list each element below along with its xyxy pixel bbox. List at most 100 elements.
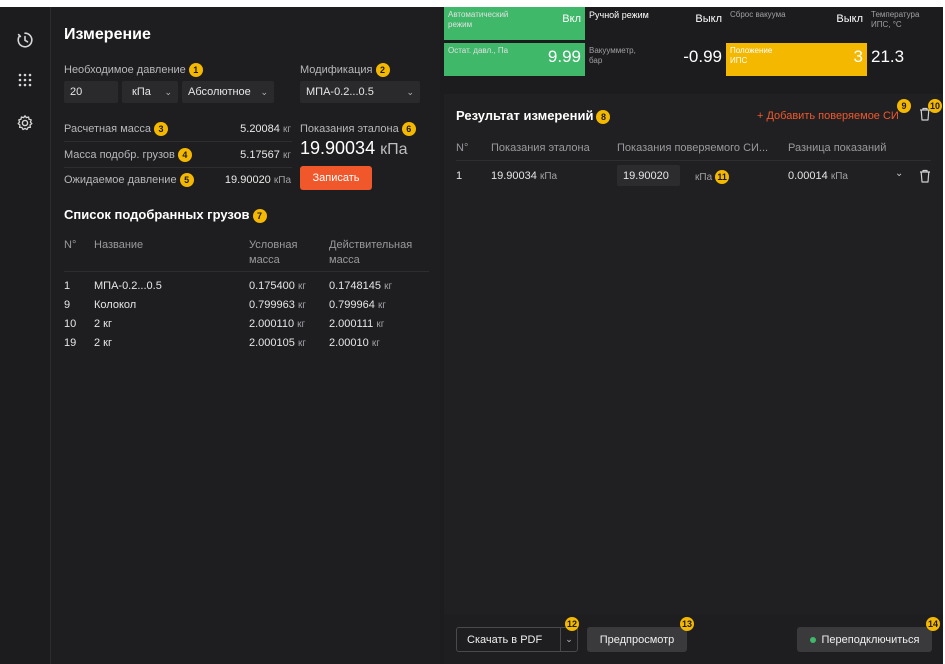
badge-6: 6 [401,122,416,136]
nominal-number: 2.000110 [249,318,295,330]
weights-mass-value: 5.17567 кг [240,149,291,161]
download-pdf-button[interactable]: Скачать в PDF ⌄ [456,627,578,652]
temp-label: Температура ИПС, °С [871,10,920,29]
timer-icon[interactable] [14,29,36,51]
sidebar [0,7,51,664]
footer-bar: Скачать в PDF ⌄ 12 Предпросмотр 13 Переп… [444,614,943,664]
badge-12-text: 12 [565,617,579,631]
weight-row-nominal: 2.000105 кг [249,337,306,349]
trash-icon[interactable] [919,169,931,186]
auto-mode-label: Автоматический режим [448,10,509,29]
weight-row-actual: 0.1748145 кг [329,280,392,292]
record-button[interactable]: Записать [300,166,372,190]
chevron-down-icon: ⌄ [406,86,414,97]
actual-number: 2.00010 [329,337,369,349]
badge-7: 7 [252,208,267,223]
reference-unit: кПа [539,171,558,182]
nominal-number: 0.799963 [249,299,295,311]
reference-number: 19.90034 [300,138,376,158]
chevron-down-icon: ⌄ [260,86,268,97]
actual-number: 2.000111 [329,318,374,330]
nominal-unit: кг [297,281,306,292]
weights-title-text: Список подобранных грузов [64,207,250,222]
nominal-number: 0.175400 [249,280,295,292]
tested-value-input[interactable]: 19.90020 [617,165,680,186]
expected-label-text: Ожидаемое давление [64,173,177,186]
divider [64,141,292,142]
calc-mass-unit: кг [282,124,291,135]
unit-value: кПа [132,86,151,98]
reference-unit: кПа [380,141,408,158]
residual-label: Остат. давл., Па [448,46,509,55]
calc-mass-value: 5.20084 кг [240,123,291,135]
actual-number: 0.799964 [329,299,375,311]
preview-button[interactable]: Предпросмотр [587,627,687,652]
grid-icon[interactable] [14,69,36,91]
vacuummeter-label: Вакуумметр, бар [589,46,636,65]
weight-row-nominal: 0.175400 кг [249,280,306,292]
col-header-name: Название [94,239,144,251]
app-window: Измерение Необходимое давление 1 20 кПа ⌄… [0,7,943,664]
actual-unit: кг [371,338,380,349]
mode-value: Абсолютное [188,86,251,98]
auto-mode-value: Вкл [562,13,581,25]
badge-10-text: 10 [928,99,942,113]
connection-status-dot [809,636,816,643]
badge-5: 5 [179,173,194,187]
badge-9: 9 [897,99,911,113]
diff-unit: кПа [830,171,848,182]
reconnect-button[interactable]: Переподключиться [797,627,932,652]
weight-row-actual: 2.000111 кг [329,318,384,330]
pressure-input[interactable]: 20 [64,81,118,103]
tested-unit-text: кПа [695,171,713,183]
expected-unit: кПа [273,175,291,186]
badge-1: 1 [188,63,203,77]
calc-mass-number: 5.20084 [240,123,280,135]
modification-label: Модификация 2 [300,63,390,77]
vacuum-reset-value: Выкл [836,13,863,25]
vacuummeter-tile: Вакуумметр, бар -0.99 [585,43,726,76]
ips-position-tile: Положение ИПС 3 [726,43,867,76]
residual-value: 9.99 [547,47,581,66]
settings-icon[interactable] [14,112,36,134]
weights-mass-label-text: Масса подобр. грузов [64,148,175,161]
modification-select[interactable]: МПА-0.2...0.5 ⌄ [300,81,420,103]
badge-13: 13 [680,617,694,631]
tested-number: 19.90020 [623,169,669,182]
weight-row-name: 2 кг [94,318,112,330]
manual-mode-tile[interactable]: Ручной режим Выкл [585,7,726,40]
reference-number: 19.90034 [491,170,537,182]
mode-select[interactable]: Абсолютное ⌄ [182,81,274,103]
measurement-panel: Измерение Необходимое давление 1 20 кПа ⌄… [51,7,440,664]
results-title-text: Результат измерений [456,108,594,123]
weight-row-nominal: 0.799963 кг [249,299,306,311]
badge-14: 14 [926,617,940,631]
weight-row-no: 19 [64,337,77,349]
nominal-unit: кг [297,338,306,349]
weight-row-name: 2 кг [94,337,112,349]
add-tested-device-link[interactable]: + Добавить поверяемое СИ [757,110,899,122]
weights-list-title: Список подобранных грузов 7 [64,207,267,223]
table-divider [456,160,931,161]
nominal-unit: кг [297,319,306,330]
modification-value: МПА-0.2...0.5 [306,86,374,98]
auto-mode-tile[interactable]: Автоматический режим Вкл [444,7,585,40]
pressure-value: 20 [70,86,83,98]
col-header-nominal: Условная масса [249,239,298,266]
expected-pressure-value: 19.90020 кПа [225,174,291,186]
chevron-down-icon: ⌄ [164,86,172,97]
reference-value: 19.90034 кПа [300,138,408,159]
calc-mass-label-text: Расчетная масса [64,122,151,135]
manual-mode-label: Ручной режим [589,10,649,20]
badge-4: 4 [177,148,192,162]
temp-tile: Температура ИПС, °С [867,7,943,40]
chevron-down-icon[interactable]: ⌄ [561,634,577,645]
badge-9-text: 9 [897,99,911,113]
expected-number: 19.90020 [224,174,271,186]
vacuum-reset-tile[interactable]: Сброс вакуума Выкл [726,7,867,40]
chevron-down-icon[interactable]: ⌄ [895,168,903,179]
badge-8: 8 [596,109,611,124]
manual-mode-value: Выкл [695,13,722,25]
unit-select[interactable]: кПа ⌄ [122,81,178,103]
col-header-diff: Разница показаний [788,142,887,154]
